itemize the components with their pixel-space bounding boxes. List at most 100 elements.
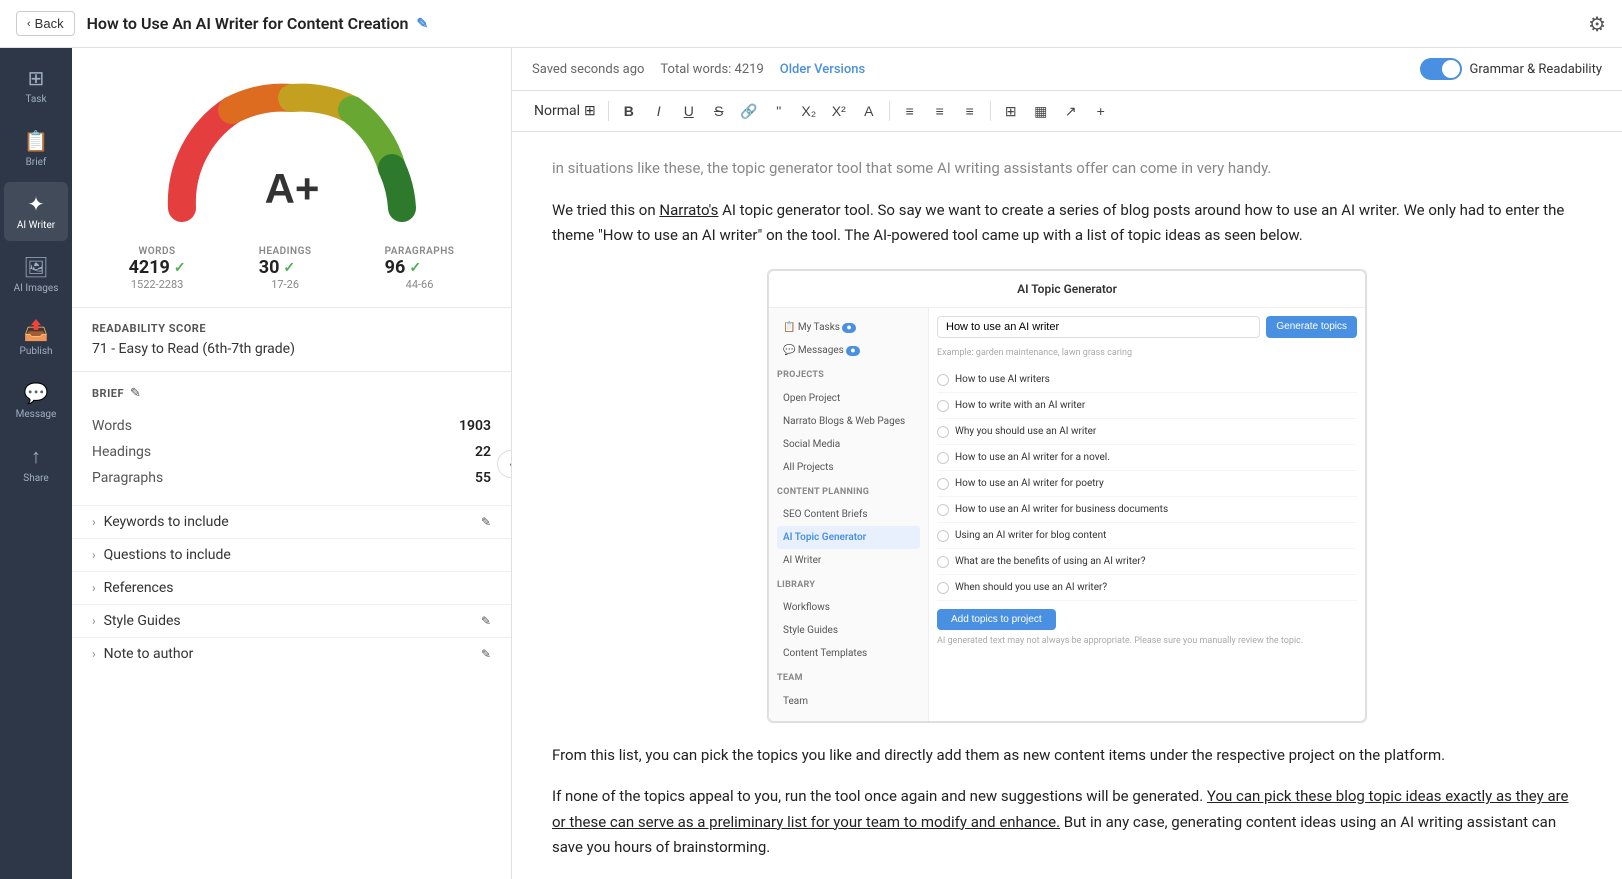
toolbar-divider [990,101,991,121]
screenshot-example: Example: garden maintenance, lawn grass … [937,346,1357,361]
screenshot-topic-9: When should you use an AI writer? [937,575,1357,601]
expand-questions[interactable]: › Questions to include [72,538,511,571]
expand-keywords[interactable]: › Keywords to include ✎ [72,505,511,538]
format-style-select[interactable]: Normal ⊞ [528,99,602,123]
brief-section: BRIEF ✎ Words 1903 Headings 22 Paragraph… [72,372,511,505]
brief-paragraphs-label: Paragraphs [92,470,163,486]
task-icon: ⊞ [28,66,45,90]
sidebar-item-publish[interactable]: 📤 Publish [4,308,68,367]
superscript-button[interactable]: X² [825,97,853,125]
grammar-label: Grammar & Readability [1470,62,1602,77]
back-button[interactable]: ‹ Back [16,11,75,36]
clear-format-button[interactable]: ↗ [1057,97,1085,125]
readability-score: 71 - Easy to Read (6th-7th grade) [92,341,491,357]
screenshot-topic-4: How to use an AI writer for a novel. [937,445,1357,471]
expand-note-to-author[interactable]: › Note to author ✎ [72,637,511,670]
sidebar-item-message[interactable]: 💬 Message [4,371,68,430]
sidebar-item-label: Publish [20,346,53,357]
headings-check-icon: ✓ [283,260,295,276]
chevron-right-icon: › [92,515,96,529]
sidebar-item-label: Message [16,409,57,420]
stat-words: WORDS 4219 ✓ 1522-2283 [129,246,186,291]
ai-writer-icon: ✦ [28,192,45,216]
chevron-right-icon: › [92,614,96,628]
note-label: Note to author [104,646,473,662]
screenshot-projects-title: PROJECTS [777,368,920,383]
subscript-button[interactable]: X₂ [795,97,823,125]
sidebar-item-share[interactable]: ↑ Share [4,434,68,494]
insert-button[interactable]: + [1087,97,1115,125]
sidebar-item-label: AI Images [14,283,59,294]
sidebar-item-label: Brief [26,157,47,168]
screenshot-team-title: TEAM [777,671,920,686]
unordered-list-button[interactable]: ≡ [926,97,954,125]
saved-status: Saved seconds ago [532,62,644,77]
screenshot-content-templates: Content Templates [777,642,920,665]
italic-button[interactable]: I [645,97,673,125]
words-label: WORDS [129,246,186,257]
ai-topic-generator-screenshot: AI Topic Generator 📋 My Tasks ● 💬 Messag… [767,269,1367,723]
title-edit-icon[interactable]: ✎ [416,16,428,32]
screenshot-generate-btn[interactable]: Generate topics [1266,316,1357,338]
screenshot-team: Team [777,690,920,713]
settings-icon[interactable]: ⚙ [1588,12,1606,36]
grammar-toggle[interactable] [1420,58,1462,80]
table-button[interactable]: ▦ [1027,97,1055,125]
style-guides-edit-icon[interactable]: ✎ [481,614,491,628]
screenshot-title: AI Topic Generator [769,271,1365,308]
brief-row-words: Words 1903 [92,413,491,439]
bold-button[interactable]: B [615,97,643,125]
underline-button[interactable]: U [675,97,703,125]
screenshot-mockup: AI Topic Generator 📋 My Tasks ● 💬 Messag… [768,270,1366,722]
page-title: How to Use An AI Writer for Content Crea… [87,14,429,33]
readability-title: READABILITY SCORE [92,322,491,335]
references-label: References [104,580,491,596]
editor-paragraph-4: If none of the topics appeal to you, run… [552,784,1582,861]
share-icon: ↑ [31,444,41,469]
screenshot-sidebar: 📋 My Tasks ● 💬 Messages ● PROJECTS Open … [769,308,929,721]
editor-content[interactable]: in situations like these, the topic gene… [512,132,1622,879]
older-versions-link[interactable]: Older Versions [780,62,865,77]
strikethrough-button[interactable]: S [705,97,733,125]
paragraphs-check-icon: ✓ [409,260,421,276]
screenshot-search-input[interactable] [937,316,1260,338]
paragraph-1-text: in situations like these, the topic gene… [552,159,1271,177]
keywords-edit-icon[interactable]: ✎ [481,515,491,529]
grammar-toggle-container: Grammar & Readability [1420,58,1602,80]
ordered-list-button[interactable]: ≡ [896,97,924,125]
screenshot-narrato-blogs: Narrato Blogs & Web Pages [777,410,920,433]
screenshot-add-topics-btn[interactable]: Add topics to project [937,609,1056,630]
screenshot-topic-8: What are the benefits of using an AI wri… [937,549,1357,575]
font-color-button[interactable]: A [855,97,883,125]
expand-style-guides[interactable]: › Style Guides ✎ [72,604,511,637]
indent-button[interactable]: ≡ [956,97,984,125]
format-toolbar: Normal ⊞ B I U S 🔗 " X₂ X² A ≡ ≡ ≡ ⊞ ▦ ↗… [512,91,1622,132]
note-edit-icon[interactable]: ✎ [481,647,491,661]
sidebar-item-brief[interactable]: 📋 Brief [4,119,68,178]
blockquote-button[interactable]: " [765,97,793,125]
link-button[interactable]: 🔗 [735,97,763,125]
brief-edit-icon[interactable]: ✎ [130,386,141,401]
readability-section: READABILITY SCORE 71 - Easy to Read (6th… [72,308,511,372]
chevron-left-icon: ‹ [27,18,31,30]
sidebar-item-ai-writer[interactable]: ✦ AI Writer [4,182,68,241]
paragraphs-label: PARAGRAPHS [385,246,455,257]
publish-icon: 📤 [24,318,49,342]
brief-headings-value: 22 [475,444,491,460]
image-button[interactable]: ⊞ [997,97,1025,125]
screenshot-note: AI generated text may not always be appr… [937,634,1357,649]
words-range: 1522-2283 [129,278,186,291]
paragraphs-value: 96 ✓ [385,257,455,278]
sidebar-item-ai-images[interactable]: 🖼 AI Images [4,245,68,304]
editor-paragraph-1: in situations like these, the topic gene… [552,156,1582,182]
expand-references[interactable]: › References [72,571,511,604]
chevron-right-icon: › [92,647,96,661]
gauge-area: A+ [72,48,511,238]
headings-label: HEADINGS [259,246,312,257]
narrato-link[interactable]: Narrato's [659,201,718,219]
screenshot-sidebar-messages: 💬 Messages ● [777,339,920,362]
words-value: 4219 ✓ [129,257,186,278]
toolbar-divider [608,101,609,121]
sidebar-item-label: Share [23,473,48,484]
sidebar-item-task[interactable]: ⊞ Task [4,56,68,115]
